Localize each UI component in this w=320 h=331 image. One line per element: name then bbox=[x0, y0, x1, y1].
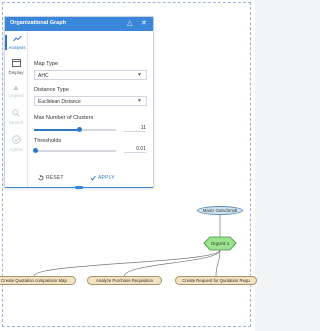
thresholds-slider-thumb[interactable] bbox=[33, 148, 39, 153]
sidebar-item-action[interactable]: Action bbox=[5, 135, 27, 152]
panel-header[interactable]: Organizational Graph △ ✕ bbox=[5, 17, 153, 31]
sidebar-item-label: Legend bbox=[8, 93, 24, 98]
max-clusters-slider-fill bbox=[34, 129, 80, 131]
sidebar-item-label: Action bbox=[9, 147, 23, 152]
chevron-down-icon: ▼ bbox=[137, 72, 142, 78]
chevron-down-icon: ▼ bbox=[137, 98, 142, 104]
sidebar-item-legend[interactable]: ▲ Legend bbox=[5, 83, 27, 98]
max-clusters-label: Max Number of Clusters bbox=[34, 115, 94, 121]
distance-type-label: Distance Type bbox=[34, 87, 69, 93]
activity-node-label: Create Quotation comparison Map bbox=[1, 278, 67, 283]
thresholds-slider[interactable] bbox=[33, 148, 116, 153]
activity-node-label: Analyze Purchase Requisition bbox=[95, 278, 154, 283]
max-clusters-slider[interactable] bbox=[34, 127, 116, 132]
sidebar-item-label: Display bbox=[8, 70, 24, 75]
apply-button[interactable]: APPLY bbox=[90, 175, 115, 181]
graph-edge bbox=[124, 249, 221, 277]
collapse-icon[interactable]: △ bbox=[127, 18, 132, 30]
max-clusters-slider-thumb[interactable] bbox=[76, 127, 82, 132]
map-type-value: AHC bbox=[38, 73, 49, 79]
trend-line-icon bbox=[7, 35, 27, 44]
sidebar-item-label: Analysis bbox=[8, 45, 26, 50]
sidebar-item-analysis[interactable]: Analysis bbox=[5, 35, 27, 50]
thresholds-label: Thresholds bbox=[34, 138, 62, 144]
search-icon bbox=[5, 109, 27, 119]
display-window-icon bbox=[5, 59, 27, 69]
graph-edge bbox=[33, 249, 221, 277]
panel-content: Map Type AHC ▼ Distance Type Euclidean D… bbox=[29, 31, 153, 171]
reset-button[interactable]: RESET bbox=[38, 175, 64, 181]
max-clusters-value[interactable]: 11 bbox=[124, 125, 146, 132]
activity-node-label: Create Request for Quotation Requ bbox=[182, 278, 250, 283]
panel-title: Organizational Graph bbox=[10, 20, 66, 26]
distance-type-select[interactable]: Euclidean Distance ▼ bbox=[34, 96, 147, 106]
panel-resize-grip[interactable] bbox=[5, 186, 153, 189]
org-unit-node[interactable]: OrgUnit 1 bbox=[204, 237, 236, 250]
thresholds-value[interactable]: 0.01 bbox=[124, 146, 146, 153]
close-icon[interactable]: ✕ bbox=[141, 18, 147, 30]
resource-node[interactable]: Mainz Gotschmidt bbox=[197, 206, 243, 215]
sidebar-item-label: Search bbox=[8, 120, 24, 125]
activity-node-analyze-purchase-requisition[interactable]: Analyze Purchase Requisition bbox=[87, 276, 162, 285]
legend-icon: ▲ bbox=[12, 83, 20, 92]
map-type-label: Map Type bbox=[34, 61, 59, 67]
distance-type-value: Euclidean Distance bbox=[38, 99, 81, 105]
organizational-graph-panel: Organizational Graph △ ✕ Analysis Displa… bbox=[4, 16, 154, 189]
map-type-select[interactable]: AHC ▼ bbox=[34, 70, 147, 80]
apply-label: APPLY bbox=[98, 175, 115, 181]
panel-footer: RESET APPLY bbox=[28, 173, 153, 187]
panel-sidebar: Analysis Display ▲ Legend Search Action bbox=[5, 31, 28, 187]
sidebar-item-search[interactable]: Search bbox=[5, 109, 27, 125]
org-unit-node-label: OrgUnit 1 bbox=[210, 241, 230, 246]
check-icon bbox=[90, 175, 96, 181]
reset-icon bbox=[38, 175, 44, 181]
reset-label: RESET bbox=[46, 175, 64, 181]
activity-node-create-request-for-quotation[interactable]: Create Request for Quotation Requ bbox=[175, 276, 257, 285]
activity-node-create-quotation-comparison-map[interactable]: Create Quotation comparison Map bbox=[0, 276, 76, 285]
resource-node-label: Mainz Gotschmidt bbox=[202, 208, 238, 213]
sidebar-item-display[interactable]: Display bbox=[5, 59, 27, 75]
action-check-icon bbox=[5, 135, 27, 146]
